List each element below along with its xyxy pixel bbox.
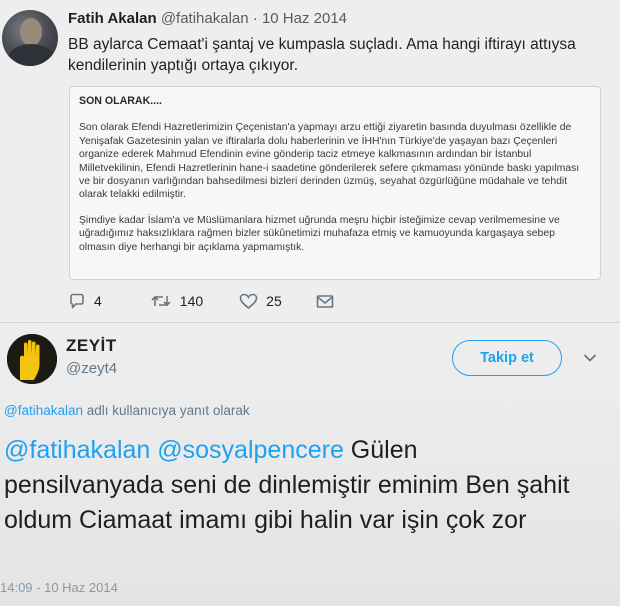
header-separator: · <box>252 10 258 27</box>
reply-count: 4 <box>94 293 102 309</box>
author-name[interactable]: ZEYİT <box>66 336 117 356</box>
follow-button[interactable]: Takip et <box>452 340 562 376</box>
mention-link[interactable]: @fatihakalan <box>4 436 150 464</box>
reply-to-label: adlı kullanıcıya yanıt olarak <box>83 403 250 418</box>
reply-to-mention[interactable]: @fatihakalan <box>4 403 83 418</box>
author-avatar[interactable] <box>7 334 57 384</box>
card-paragraph: Şimdiye kadar İslam'a ve Müslümanlara hi… <box>79 214 560 253</box>
card-paragraph: Son olarak Efendi Hazretlerimizin Çeçeni… <box>79 122 580 201</box>
retweet-icon <box>151 295 171 307</box>
card-title: SON OLARAK.... <box>79 95 162 107</box>
reply-icon <box>70 293 84 308</box>
quoted-tweet[interactable]: Fatih Akalan @fatihakalan · 10 Haz 2014 … <box>0 0 620 323</box>
dm-button[interactable] <box>316 294 342 309</box>
quoted-tweet-date[interactable]: 10 Haz 2014 <box>262 10 347 27</box>
quoted-image-card[interactable]: SON OLARAK.... Son olarak Efendi Hazretl… <box>69 86 601 280</box>
tweet-screen: Fatih Akalan @fatihakalan · 10 Haz 2014 … <box>0 0 620 606</box>
quoted-tweet-header: Fatih Akalan @fatihakalan · 10 Haz 2014 <box>68 10 347 27</box>
like-button[interactable]: 25 <box>239 293 282 310</box>
quoted-tweet-text: BB aylarca Cemaat'i şantaj ve kumpasla s… <box>68 36 576 74</box>
reply-context: @fatihakalan adlı kullanıcıya yanıt olar… <box>4 403 250 418</box>
heart-icon <box>239 293 258 309</box>
mention-link[interactable]: @sosyalpencere <box>157 436 344 464</box>
retweet-count: 140 <box>179 293 204 309</box>
quoted-author-handle[interactable]: @fatihakalan <box>161 10 249 27</box>
envelope-icon <box>316 294 334 308</box>
like-count: 25 <box>266 293 282 309</box>
chevron-down-icon[interactable] <box>582 350 598 366</box>
quoted-author-avatar[interactable] <box>2 10 58 66</box>
tweet-timestamp[interactable]: 14:09 - 10 Haz 2014 <box>0 580 118 595</box>
quoted-author-name[interactable]: Fatih Akalan <box>68 10 157 27</box>
avatar-shoulders <box>8 44 54 66</box>
quoted-tweet-actions: 4 140 25 <box>68 291 372 311</box>
reply-button[interactable]: 4 <box>68 293 102 310</box>
retweet-button[interactable]: 140 <box>150 293 203 309</box>
author-handle[interactable]: @zeyt4 <box>66 360 117 377</box>
avatar-face <box>20 18 42 46</box>
tweet-text: @fatihakalan @sosyalpencere Gülen pensil… <box>4 433 584 538</box>
rabia-hand-icon <box>7 334 57 384</box>
